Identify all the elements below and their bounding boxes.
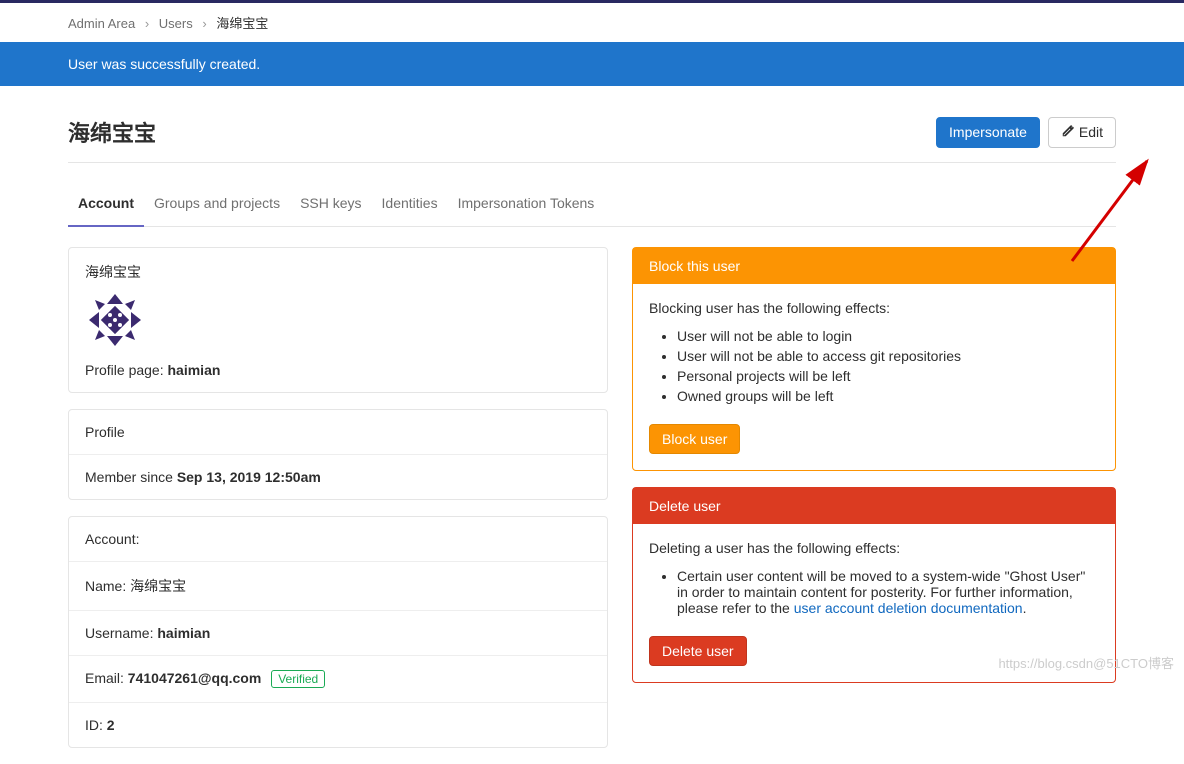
id-row: ID: 2	[69, 703, 607, 747]
edit-button[interactable]: Edit	[1048, 117, 1116, 148]
name-label: Name:	[85, 578, 126, 594]
delete-card-title: Delete user	[633, 488, 1115, 524]
profile-page-label: Profile page:	[85, 362, 164, 378]
profile-card: Profile Member since Sep 13, 2019 12:50a…	[68, 409, 608, 500]
profile-page-row: Profile page: haimian	[85, 362, 591, 378]
list-item: User will not be able to access git repo…	[677, 348, 1099, 364]
watermark: https://blog.csdn@51CTO博客	[998, 653, 1174, 672]
breadcrumb: Admin Area › Users › 海绵宝宝	[68, 3, 1116, 42]
delete-docs-link[interactable]: user account deletion documentation	[794, 600, 1023, 616]
email-value[interactable]: 741047261@qq.com	[128, 670, 262, 686]
member-since-row: Member since Sep 13, 2019 12:50am	[69, 455, 607, 499]
delete-intro: Deleting a user has the following effect…	[649, 540, 1099, 556]
edit-icon	[1061, 124, 1075, 141]
name-row: Name: 海绵宝宝	[69, 562, 607, 611]
delete-effect-suffix: .	[1023, 600, 1027, 616]
breadcrumb-current: 海绵宝宝	[216, 16, 268, 31]
member-since-value: Sep 13, 2019 12:50am	[177, 469, 321, 485]
id-value: 2	[107, 717, 115, 733]
delete-effects-list: Certain user content will be moved to a …	[649, 568, 1099, 616]
account-card: Account: Name: 海绵宝宝 Username: haimian Em…	[68, 516, 608, 748]
block-user-button[interactable]: Block user	[649, 424, 740, 454]
list-item: Personal projects will be left	[677, 368, 1099, 384]
user-card: 海绵宝宝	[68, 247, 608, 393]
impersonate-button[interactable]: Impersonate	[936, 117, 1040, 148]
verified-badge: Verified	[271, 670, 325, 688]
block-intro: Blocking user has the following effects:	[649, 300, 1099, 316]
avatar	[85, 290, 145, 350]
list-item: Owned groups will be left	[677, 388, 1099, 404]
account-card-title: Account:	[69, 517, 607, 562]
alert-message: User was successfully created.	[52, 56, 1132, 72]
member-since-label: Member since	[85, 469, 173, 485]
tab-ssh[interactable]: SSH keys	[290, 181, 371, 226]
tab-tokens[interactable]: Impersonation Tokens	[448, 181, 605, 226]
tab-identities[interactable]: Identities	[372, 181, 448, 226]
username-label: Username:	[85, 625, 153, 641]
edit-button-label: Edit	[1079, 124, 1103, 140]
header-actions: Impersonate Edit	[936, 117, 1116, 148]
right-column: Block this user Blocking user has the fo…	[632, 247, 1116, 699]
tabs: Account Groups and projects SSH keys Ide…	[68, 181, 1116, 227]
tab-groups[interactable]: Groups and projects	[144, 181, 290, 226]
email-row: Email: 741047261@qq.com Verified	[69, 656, 607, 703]
breadcrumb-root[interactable]: Admin Area	[68, 16, 135, 31]
name-value: 海绵宝宝	[130, 578, 186, 594]
breadcrumb-separator-icon: ›	[202, 16, 206, 31]
email-label: Email:	[85, 670, 124, 686]
profile-card-title: Profile	[69, 410, 607, 455]
page-title: 海绵宝宝	[68, 116, 156, 148]
delete-user-button[interactable]: Delete user	[649, 636, 747, 666]
profile-page-value[interactable]: haimian	[168, 362, 221, 378]
left-column: 海绵宝宝	[68, 247, 608, 764]
block-user-card: Block this user Blocking user has the fo…	[632, 247, 1116, 471]
block-card-title: Block this user	[633, 248, 1115, 284]
list-item: Certain user content will be moved to a …	[677, 568, 1099, 616]
block-effects-list: User will not be able to login User will…	[649, 328, 1099, 404]
page-header: 海绵宝宝 Impersonate Edit	[68, 96, 1116, 163]
list-item: User will not be able to login	[677, 328, 1099, 344]
id-label: ID:	[85, 717, 103, 733]
user-display-name: 海绵宝宝	[85, 262, 591, 282]
breadcrumb-section[interactable]: Users	[159, 16, 193, 31]
username-row: Username: haimian	[69, 611, 607, 656]
breadcrumb-separator-icon: ›	[145, 16, 149, 31]
success-alert: User was successfully created.	[0, 42, 1184, 86]
username-value: haimian	[157, 625, 210, 641]
tab-account[interactable]: Account	[68, 181, 144, 227]
